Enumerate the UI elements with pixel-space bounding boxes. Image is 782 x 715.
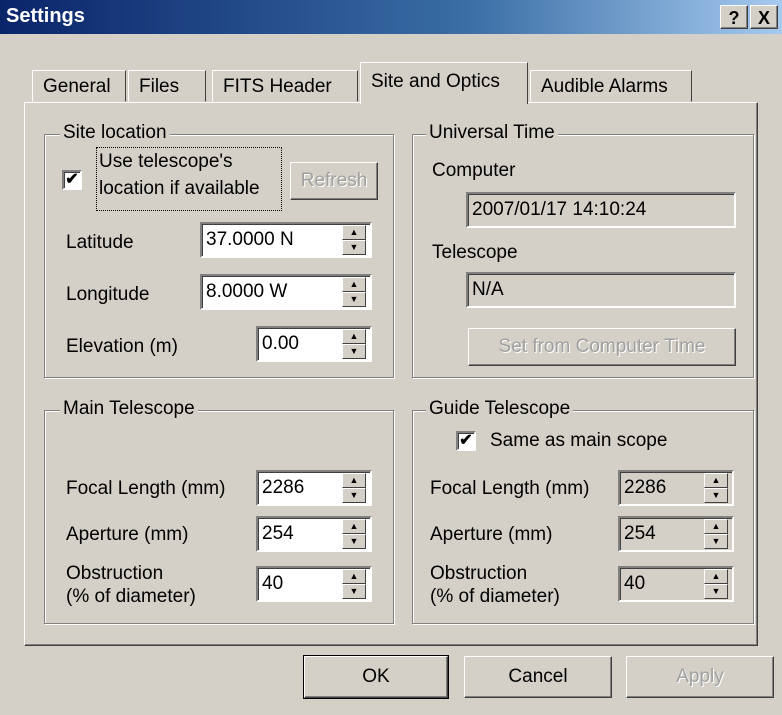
set-from-computer-time-button[interactable]: Set from Computer Time [468,328,736,366]
main-aperture-spinner[interactable]: ▲ ▼ [342,519,366,549]
spin-down-icon[interactable]: ▼ [704,488,728,503]
spin-down-icon[interactable]: ▼ [342,344,366,359]
spin-down-icon[interactable]: ▼ [342,534,366,549]
telescope-time-field: N/A [466,272,736,308]
computer-label: Computer [432,160,516,181]
main-focal-length-label: Focal Length (mm) [66,478,226,499]
guide-focal-length-label: Focal Length (mm) [430,478,590,499]
longitude-spinner[interactable]: ▲ ▼ [342,277,366,307]
spin-up-icon[interactable]: ▲ [342,329,366,344]
use-scope-location-checkbox[interactable]: ✔ [62,170,82,190]
guide-aperture-spinner[interactable]: ▲ ▼ [704,519,728,549]
latitude-spinner[interactable]: ▲ ▼ [342,225,366,255]
spin-down-icon[interactable]: ▼ [342,240,366,255]
main-obstruction-spinner[interactable]: ▲ ▼ [342,569,366,599]
ok-button[interactable]: OK [303,655,449,699]
spin-up-icon[interactable]: ▲ [704,473,728,488]
guide-focal-length-spinner[interactable]: ▲ ▼ [704,473,728,503]
guide-obstruction-spinner[interactable]: ▲ ▼ [704,569,728,599]
elevation-label: Elevation (m) [66,336,178,357]
use-scope-location-label[interactable]: Use telescope's location if available [96,147,282,211]
latitude-label: Latitude [66,232,134,253]
same-as-main-checkbox[interactable]: ✔ [456,431,476,451]
check-icon: ✔ [65,171,79,188]
tab-general[interactable]: General [32,70,126,102]
main-telescope-title: Main Telescope [60,398,198,420]
spin-down-icon[interactable]: ▼ [704,534,728,549]
spin-down-icon[interactable]: ▼ [342,292,366,307]
spin-down-icon[interactable]: ▼ [342,488,366,503]
spin-down-icon[interactable]: ▼ [704,584,728,599]
use-scope-location-line1: Use telescope's [99,151,233,172]
universal-time-title: Universal Time [426,122,558,144]
tab-audible-alarms[interactable]: Audible Alarms [530,70,692,102]
main-aperture-label: Aperture (mm) [66,524,189,545]
same-as-main-label[interactable]: Same as main scope [490,430,667,452]
use-scope-location-line2: location if available [99,178,260,199]
guide-obstruction-label-line1: Obstruction [430,563,528,584]
site-location-title: Site location [60,122,170,144]
guide-aperture-label: Aperture (mm) [430,524,553,545]
apply-button[interactable]: Apply [626,656,774,698]
main-focal-length-spinner[interactable]: ▲ ▼ [342,473,366,503]
window-title: Settings [6,5,85,27]
spin-up-icon[interactable]: ▲ [342,277,366,292]
tab-fits-header[interactable]: FITS Header [212,70,358,102]
telescope-label: Telescope [432,242,518,263]
longitude-label: Longitude [66,284,150,305]
guide-obstruction-label: Obstruction (% of diameter) [430,562,560,608]
spin-up-icon[interactable]: ▲ [342,519,366,534]
spin-up-icon[interactable]: ▲ [704,519,728,534]
guide-telescope-title: Guide Telescope [426,398,574,420]
spin-up-icon[interactable]: ▲ [342,569,366,584]
main-obstruction-label: Obstruction (% of diameter) [66,562,196,608]
tab-site-and-optics[interactable]: Site and Optics [360,62,528,104]
computer-time-field: 2007/01/17 14:10:24 [466,192,736,228]
spin-down-icon[interactable]: ▼ [342,584,366,599]
main-obstruction-label-line1: Obstruction [66,563,164,584]
elevation-spinner[interactable]: ▲ ▼ [342,329,366,359]
spin-up-icon[interactable]: ▲ [342,225,366,240]
spin-up-icon[interactable]: ▲ [342,473,366,488]
guide-obstruction-label-line2: (% of diameter) [430,586,560,607]
refresh-button[interactable]: Refresh [290,162,378,200]
cancel-button[interactable]: Cancel [464,656,612,698]
check-icon: ✔ [459,432,473,449]
spin-up-icon[interactable]: ▲ [704,569,728,584]
close-button[interactable]: X [750,5,778,29]
main-obstruction-label-line2: (% of diameter) [66,586,196,607]
tab-files[interactable]: Files [128,70,206,102]
help-button[interactable]: ? [720,5,748,29]
title-bar [0,0,782,34]
